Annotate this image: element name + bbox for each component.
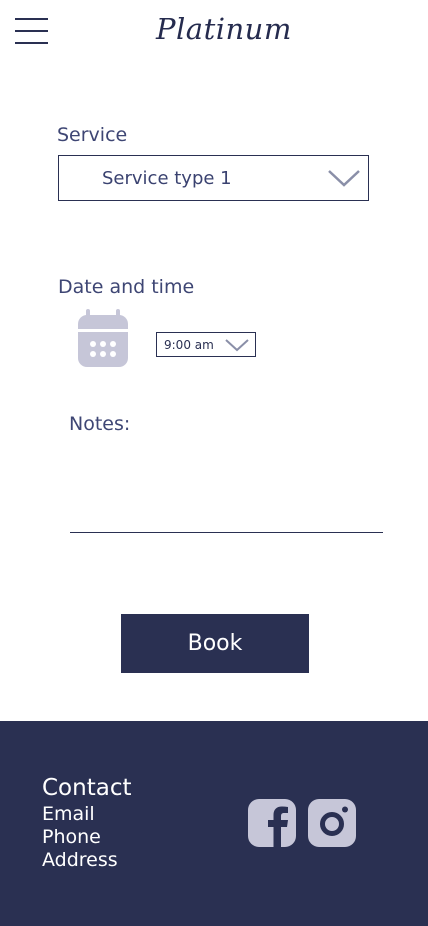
menu-line-middle xyxy=(15,30,48,32)
instagram-icon[interactable] xyxy=(308,799,356,847)
footer: Contact Email Phone Address xyxy=(0,721,428,926)
chevron-down-icon xyxy=(328,170,360,187)
contact-title: Contact xyxy=(42,775,132,801)
notes-input[interactable] xyxy=(70,450,383,533)
contact-phone-link[interactable]: Phone xyxy=(42,826,101,848)
service-label: Service xyxy=(57,124,128,146)
menu-line-bottom xyxy=(15,42,48,44)
time-value: 9:00 am xyxy=(164,338,214,352)
time-dropdown[interactable]: 9:00 am xyxy=(156,332,256,357)
chevron-down-icon xyxy=(225,339,249,352)
date-time-label: Date and time xyxy=(58,276,195,298)
service-type-dropdown[interactable]: Service type 1 xyxy=(58,155,369,201)
hamburger-menu-icon[interactable] xyxy=(15,18,48,44)
calendar-icon[interactable] xyxy=(78,309,128,367)
brand-logo: Platinum xyxy=(156,12,292,46)
book-button[interactable]: Book xyxy=(121,614,309,673)
service-type-value: Service type 1 xyxy=(102,168,232,189)
menu-line-top xyxy=(15,18,48,20)
contact-email-link[interactable]: Email xyxy=(42,803,95,825)
notes-label: Notes: xyxy=(69,413,131,435)
contact-address-link[interactable]: Address xyxy=(42,849,118,871)
facebook-icon[interactable] xyxy=(248,799,296,847)
